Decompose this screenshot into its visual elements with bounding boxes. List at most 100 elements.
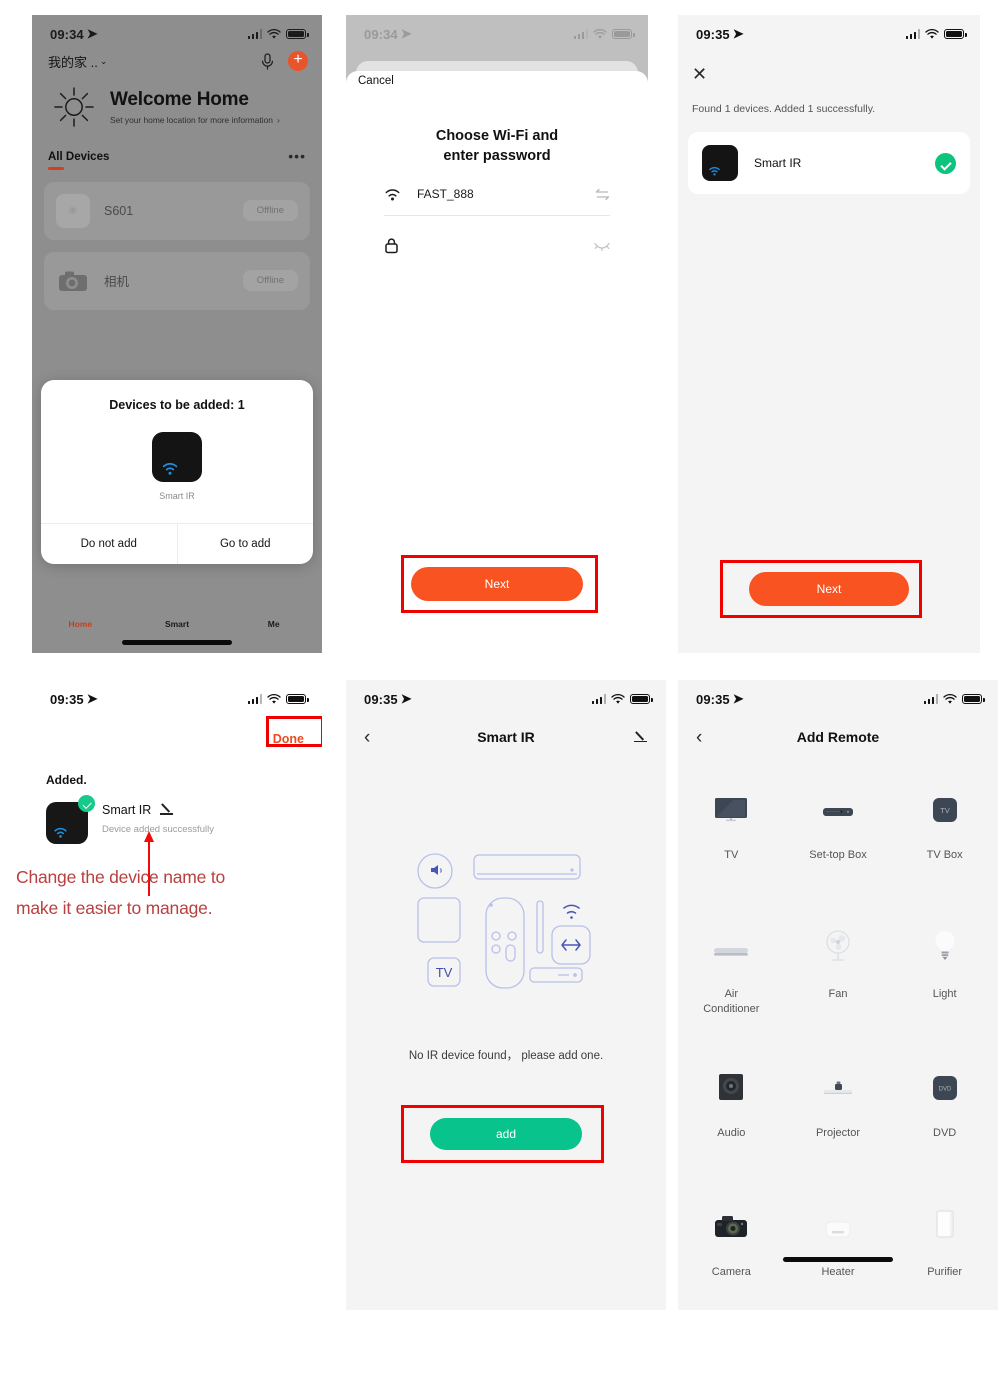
added-label: Added. xyxy=(46,773,87,787)
location-arrow-icon: ➤ xyxy=(86,691,98,706)
modal-title: Devices to be added: 1 xyxy=(109,398,245,412)
remote-type-audio[interactable]: Audio xyxy=(678,1040,785,1179)
wifi-icon xyxy=(385,188,400,200)
remote-type-fan[interactable]: Fan xyxy=(785,901,892,1040)
switch-network-icon[interactable] xyxy=(595,188,610,201)
page-title: Smart IR xyxy=(477,729,535,745)
welcome-title: Welcome Home xyxy=(110,89,249,110)
svg-text:TV: TV xyxy=(940,806,950,815)
phone-panel-added: 09:35 ➤ Done Added. Smart IR Device added… xyxy=(32,680,322,1310)
welcome-subtitle: Set your home location for more informat… xyxy=(110,115,280,125)
success-check-icon xyxy=(78,795,95,812)
status-time: 09:35 ➤ xyxy=(50,691,98,707)
back-icon[interactable]: ‹ xyxy=(696,728,702,747)
camera-icon xyxy=(713,1183,749,1241)
tab-home[interactable]: Home xyxy=(32,619,129,629)
cancel-button[interactable]: Cancel xyxy=(358,75,394,87)
home-selector[interactable]: 我的家 .. ⌄ xyxy=(48,52,107,71)
wifi-icon xyxy=(709,167,720,176)
microphone-icon[interactable] xyxy=(261,52,274,70)
found-devices-text: Found 1 devices. Added 1 successfully. xyxy=(692,103,876,115)
dvd-icon: DVD xyxy=(930,1044,960,1102)
remote-type-tv-box[interactable]: TV TV Box xyxy=(891,762,998,901)
status-time: 09:35 ➤ xyxy=(364,691,412,707)
go-to-add-button[interactable]: Go to add xyxy=(176,524,314,564)
home-topbar: 我的家 .. ⌄ + xyxy=(32,45,322,71)
audio-icon xyxy=(716,1044,746,1102)
device-thumbnail: ◉ xyxy=(56,193,90,228)
screenshot-canvas: 09:34 ➤ 我的家 .. ⌄ + Welcome Home Set your … xyxy=(0,0,1000,1376)
wifi-heading: Choose Wi-Fi and enter password xyxy=(435,128,559,164)
remote-type-projector[interactable]: Projector xyxy=(785,1040,892,1179)
location-arrow-icon: ➤ xyxy=(86,26,98,41)
home-indicator xyxy=(783,1257,893,1262)
remote-type-label: Light xyxy=(932,988,957,1000)
wifi-icon xyxy=(267,28,281,39)
ssid-row[interactable]: FAST_888 xyxy=(384,187,610,216)
phone-panel-found-devices: 09:35 ➤ ✕ Found 1 devices. Added 1 succes… xyxy=(678,15,980,653)
password-row[interactable] xyxy=(384,237,610,268)
device-name: S601 xyxy=(104,203,134,218)
eye-off-icon[interactable] xyxy=(594,240,610,251)
remote-type-label: Air Conditioner xyxy=(703,988,760,1015)
tab-underline xyxy=(48,167,64,170)
illustration-tv-label: TV xyxy=(436,965,453,980)
more-options-icon[interactable]: ••• xyxy=(288,149,306,163)
wifi-icon xyxy=(611,693,625,704)
back-icon[interactable]: ‹ xyxy=(364,728,370,747)
cellular-signal-icon xyxy=(247,29,262,39)
wifi-icon xyxy=(593,28,607,39)
device-row-0[interactable]: ◉ S601 Offline xyxy=(44,181,310,240)
remote-type-label: Fan xyxy=(828,988,848,1000)
wifi-icon xyxy=(267,693,281,704)
annotation-text: Change the device name to make it easier… xyxy=(16,867,226,919)
tab-me[interactable]: Me xyxy=(225,619,322,629)
battery-icon xyxy=(286,29,309,39)
device-row-1[interactable]: 相机 Offline xyxy=(44,251,310,310)
remote-type-label: DVD xyxy=(933,1127,957,1139)
smart-ir-device-icon xyxy=(702,145,738,181)
add-device-button[interactable]: + xyxy=(288,51,308,71)
welcome-banner[interactable]: Welcome Home Set your home location for … xyxy=(32,71,322,129)
wifi-icon xyxy=(943,693,957,704)
edit-pencil-icon[interactable] xyxy=(159,802,174,817)
added-device-row[interactable]: Smart IR Device added successfully xyxy=(46,795,214,844)
sun-icon xyxy=(54,87,94,127)
svg-text:DVD: DVD xyxy=(938,1087,951,1093)
device-name: 相机 xyxy=(104,275,130,289)
chevron-down-icon: ⌄ xyxy=(99,55,108,66)
light-icon xyxy=(931,905,959,963)
empty-state-illustration: TV xyxy=(417,853,591,989)
all-devices-header: All Devices ••• xyxy=(32,129,322,170)
ssid-value[interactable]: FAST_888 xyxy=(417,187,595,201)
status-bar: 09:34 ➤ xyxy=(32,15,322,45)
remote-type-dvd[interactable]: DVD DVD xyxy=(891,1040,998,1179)
close-icon[interactable]: ✕ xyxy=(692,65,707,83)
home-indicator xyxy=(122,640,232,645)
projector-icon xyxy=(820,1044,856,1102)
found-device-row[interactable]: Smart IR xyxy=(688,132,970,194)
edit-pencil-icon[interactable] xyxy=(633,730,648,745)
remote-type-light[interactable]: Light xyxy=(891,901,998,1040)
remote-type-heater[interactable]: Heater xyxy=(785,1179,892,1310)
battery-icon xyxy=(630,694,653,704)
status-time: 09:34 ➤ xyxy=(364,26,412,42)
device-status-badge: Offline xyxy=(242,200,298,221)
remote-type-tv[interactable]: TV xyxy=(678,762,785,901)
highlight-box-next xyxy=(720,560,922,618)
do-not-add-button[interactable]: Do not add xyxy=(41,524,177,564)
all-devices-label: All Devices xyxy=(48,151,110,163)
location-arrow-icon: ➤ xyxy=(732,691,744,706)
remote-type-set-top-box[interactable]: Set-top Box xyxy=(785,762,892,901)
air-conditioner-icon xyxy=(711,905,751,963)
remote-type-purifier[interactable]: Purifier xyxy=(891,1179,998,1310)
remote-type-camera[interactable]: Camera xyxy=(678,1179,785,1310)
status-bar: 09:35 ➤ xyxy=(346,680,666,710)
highlight-box-done xyxy=(266,716,322,747)
chevron-right-icon: › xyxy=(276,115,280,125)
tab-smart[interactable]: Smart xyxy=(129,619,226,629)
added-device-name: Smart IR xyxy=(102,802,214,817)
wifi-icon xyxy=(162,463,178,475)
remote-type-air-conditioner[interactable]: Air Conditioner xyxy=(678,901,785,1040)
added-device-sub: Device added successfully xyxy=(102,824,214,835)
